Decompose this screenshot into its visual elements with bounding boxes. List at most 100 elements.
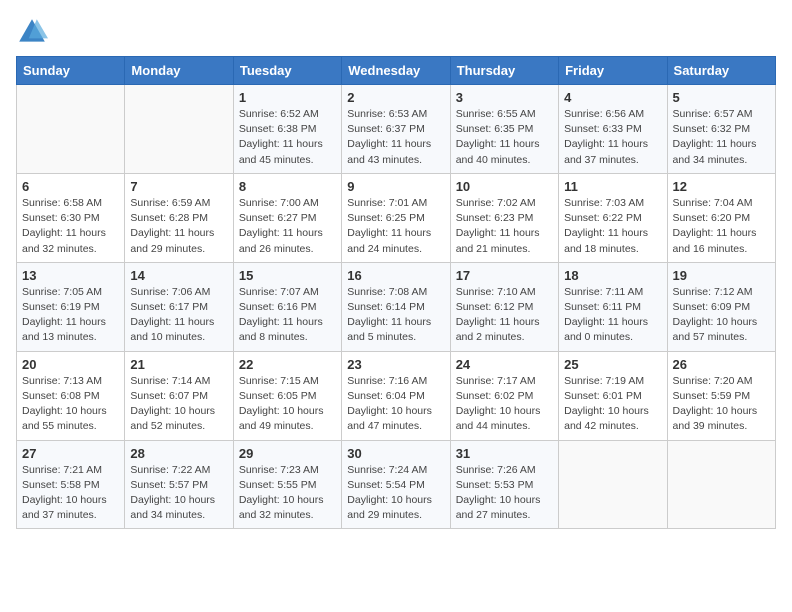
day-number: 1 — [239, 90, 336, 105]
day-info: Sunrise: 7:13 AMSunset: 6:08 PMDaylight:… — [22, 374, 119, 435]
calendar-week-row: 6 Sunrise: 6:58 AMSunset: 6:30 PMDaylight… — [17, 173, 776, 262]
calendar-cell — [17, 85, 125, 174]
day-info: Sunrise: 7:19 AMSunset: 6:01 PMDaylight:… — [564, 374, 661, 435]
calendar-cell: 24Sunrise: 7:17 AMSunset: 6:02 PMDayligh… — [450, 351, 558, 440]
day-number: 17 — [456, 268, 553, 283]
calendar-cell: 25 Sunrise: 7:19 AMSunset: 6:01 PMDayligh… — [559, 351, 667, 440]
calendar-cell: 21Sunrise: 7:14 AMSunset: 6:07 PMDayligh… — [125, 351, 233, 440]
calendar-cell: 10 Sunrise: 7:02 AMSunset: 6:23 PMDayligh… — [450, 173, 558, 262]
calendar-cell: 11Sunrise: 7:03 AMSunset: 6:22 PMDayligh… — [559, 173, 667, 262]
weekday-header: Friday — [559, 57, 667, 85]
calendar-week-row: 13Sunrise: 7:05 AMSunset: 6:19 PMDayligh… — [17, 262, 776, 351]
calendar-table: SundayMondayTuesdayWednesdayThursdayFrid… — [16, 56, 776, 529]
calendar-body: 1 Sunrise: 6:52 AMSunset: 6:38 PMDaylight… — [17, 85, 776, 529]
day-number: 14 — [130, 268, 227, 283]
calendar-cell: 17 Sunrise: 7:10 AMSunset: 6:12 PMDayligh… — [450, 262, 558, 351]
day-info: Sunrise: 7:24 AMSunset: 5:54 PMDaylight:… — [347, 463, 444, 524]
day-info: Sunrise: 7:17 AMSunset: 6:02 PMDaylight:… — [456, 374, 553, 435]
calendar-cell — [667, 440, 775, 529]
day-number: 22 — [239, 357, 336, 372]
calendar-week-row: 20 Sunrise: 7:13 AMSunset: 6:08 PMDayligh… — [17, 351, 776, 440]
day-number: 6 — [22, 179, 119, 194]
day-info: Sunrise: 7:00 AMSunset: 6:27 PMDaylight:… — [239, 196, 336, 257]
day-number: 11 — [564, 179, 661, 194]
day-info: Sunrise: 6:59 AMSunset: 6:28 PMDaylight:… — [130, 196, 227, 257]
day-number: 30 — [347, 446, 444, 461]
day-info: Sunrise: 7:26 AMSunset: 5:53 PMDaylight:… — [456, 463, 553, 524]
weekday-header: Saturday — [667, 57, 775, 85]
day-info: Sunrise: 7:02 AMSunset: 6:23 PMDaylight:… — [456, 196, 553, 257]
calendar-cell: 22 Sunrise: 7:15 AMSunset: 6:05 PMDayligh… — [233, 351, 341, 440]
day-number: 9 — [347, 179, 444, 194]
day-number: 12 — [673, 179, 770, 194]
calendar-cell: 6 Sunrise: 6:58 AMSunset: 6:30 PMDaylight… — [17, 173, 125, 262]
calendar-cell: 9Sunrise: 7:01 AMSunset: 6:25 PMDaylight… — [342, 173, 450, 262]
day-number: 19 — [673, 268, 770, 283]
calendar-cell: 8 Sunrise: 7:00 AMSunset: 6:27 PMDaylight… — [233, 173, 341, 262]
weekday-header: Wednesday — [342, 57, 450, 85]
weekday-header: Tuesday — [233, 57, 341, 85]
weekday-header: Monday — [125, 57, 233, 85]
calendar-cell: 12Sunrise: 7:04 AMSunset: 6:20 PMDayligh… — [667, 173, 775, 262]
calendar-cell: 19 Sunrise: 7:12 AMSunset: 6:09 PMDayligh… — [667, 262, 775, 351]
day-number: 13 — [22, 268, 119, 283]
calendar-cell: 4 Sunrise: 6:56 AMSunset: 6:33 PMDaylight… — [559, 85, 667, 174]
calendar-cell: 14 Sunrise: 7:06 AMSunset: 6:17 PMDayligh… — [125, 262, 233, 351]
calendar-cell: 23 Sunrise: 7:16 AMSunset: 6:04 PMDayligh… — [342, 351, 450, 440]
weekday-row: SundayMondayTuesdayWednesdayThursdayFrid… — [17, 57, 776, 85]
calendar-week-row: 1 Sunrise: 6:52 AMSunset: 6:38 PMDaylight… — [17, 85, 776, 174]
day-info: Sunrise: 7:11 AMSunset: 6:11 PMDaylight:… — [564, 285, 661, 346]
day-number: 4 — [564, 90, 661, 105]
calendar-cell: 27Sunrise: 7:21 AMSunset: 5:58 PMDayligh… — [17, 440, 125, 529]
day-info: Sunrise: 7:10 AMSunset: 6:12 PMDaylight:… — [456, 285, 553, 346]
weekday-header: Sunday — [17, 57, 125, 85]
day-number: 29 — [239, 446, 336, 461]
calendar-cell: 13Sunrise: 7:05 AMSunset: 6:19 PMDayligh… — [17, 262, 125, 351]
page-header — [16, 16, 776, 48]
calendar-cell: 2Sunrise: 6:53 AMSunset: 6:37 PMDaylight… — [342, 85, 450, 174]
day-number: 23 — [347, 357, 444, 372]
calendar-header: SundayMondayTuesdayWednesdayThursdayFrid… — [17, 57, 776, 85]
calendar-cell: 15 Sunrise: 7:07 AMSunset: 6:16 PMDayligh… — [233, 262, 341, 351]
calendar-cell: 29 Sunrise: 7:23 AMSunset: 5:55 PMDayligh… — [233, 440, 341, 529]
day-number: 5 — [673, 90, 770, 105]
day-info: Sunrise: 7:20 AMSunset: 5:59 PMDaylight:… — [673, 374, 770, 435]
day-info: Sunrise: 7:16 AMSunset: 6:04 PMDaylight:… — [347, 374, 444, 435]
day-info: Sunrise: 6:52 AMSunset: 6:38 PMDaylight:… — [239, 107, 336, 168]
day-number: 3 — [456, 90, 553, 105]
day-number: 7 — [130, 179, 227, 194]
day-info: Sunrise: 6:56 AMSunset: 6:33 PMDaylight:… — [564, 107, 661, 168]
calendar-cell: 16 Sunrise: 7:08 AMSunset: 6:14 PMDayligh… — [342, 262, 450, 351]
day-info: Sunrise: 7:08 AMSunset: 6:14 PMDaylight:… — [347, 285, 444, 346]
calendar-cell — [559, 440, 667, 529]
day-info: Sunrise: 7:06 AMSunset: 6:17 PMDaylight:… — [130, 285, 227, 346]
calendar-cell: 3Sunrise: 6:55 AMSunset: 6:35 PMDaylight… — [450, 85, 558, 174]
day-info: Sunrise: 7:22 AMSunset: 5:57 PMDaylight:… — [130, 463, 227, 524]
calendar-cell: 1 Sunrise: 6:52 AMSunset: 6:38 PMDaylight… — [233, 85, 341, 174]
day-number: 10 — [456, 179, 553, 194]
calendar-cell: 7 Sunrise: 6:59 AMSunset: 6:28 PMDaylight… — [125, 173, 233, 262]
day-info: Sunrise: 6:58 AMSunset: 6:30 PMDaylight:… — [22, 196, 119, 257]
logo-icon — [16, 16, 48, 48]
calendar-cell: 26 Sunrise: 7:20 AMSunset: 5:59 PMDayligh… — [667, 351, 775, 440]
calendar-cell: 31Sunrise: 7:26 AMSunset: 5:53 PMDayligh… — [450, 440, 558, 529]
day-info: Sunrise: 7:12 AMSunset: 6:09 PMDaylight:… — [673, 285, 770, 346]
calendar-cell: 28Sunrise: 7:22 AMSunset: 5:57 PMDayligh… — [125, 440, 233, 529]
day-number: 21 — [130, 357, 227, 372]
day-number: 16 — [347, 268, 444, 283]
calendar-cell — [125, 85, 233, 174]
calendar-cell: 20 Sunrise: 7:13 AMSunset: 6:08 PMDayligh… — [17, 351, 125, 440]
day-number: 8 — [239, 179, 336, 194]
day-info: Sunrise: 7:15 AMSunset: 6:05 PMDaylight:… — [239, 374, 336, 435]
day-number: 26 — [673, 357, 770, 372]
day-number: 15 — [239, 268, 336, 283]
logo — [16, 16, 52, 48]
day-number: 18 — [564, 268, 661, 283]
day-number: 25 — [564, 357, 661, 372]
calendar-cell: 30 Sunrise: 7:24 AMSunset: 5:54 PMDayligh… — [342, 440, 450, 529]
weekday-header: Thursday — [450, 57, 558, 85]
day-number: 20 — [22, 357, 119, 372]
day-info: Sunrise: 7:07 AMSunset: 6:16 PMDaylight:… — [239, 285, 336, 346]
day-number: 2 — [347, 90, 444, 105]
day-info: Sunrise: 7:23 AMSunset: 5:55 PMDaylight:… — [239, 463, 336, 524]
